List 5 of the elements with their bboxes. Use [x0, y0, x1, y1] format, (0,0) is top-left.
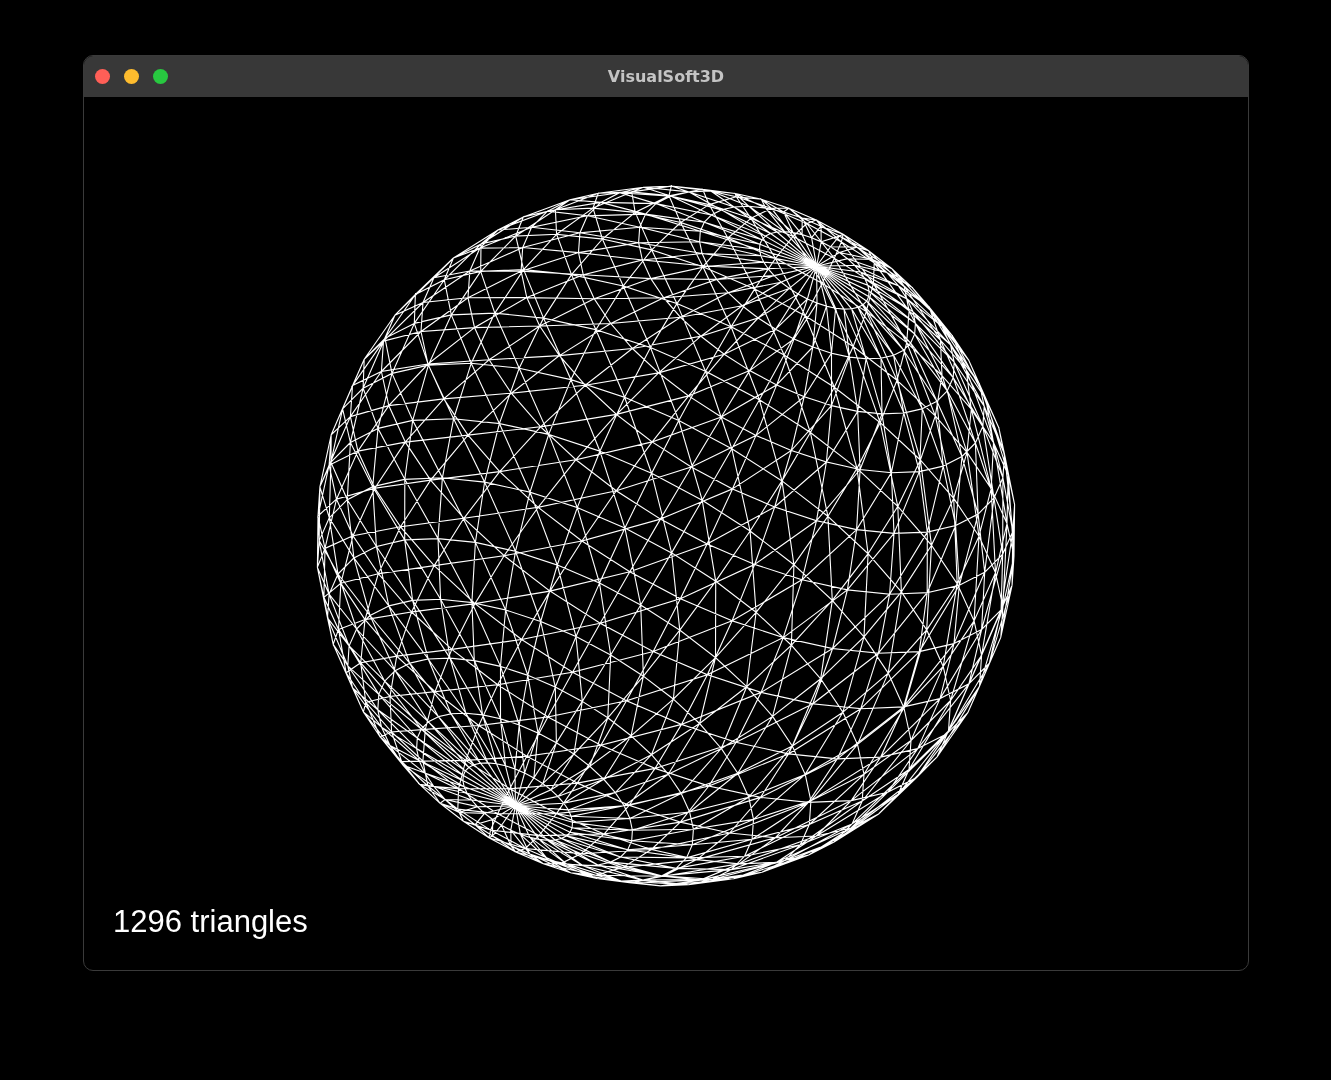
close-button[interactable] — [95, 69, 110, 84]
triangle-count-label: 1296 triangles — [113, 903, 308, 941]
window-title: VisualSoft3D — [607, 65, 725, 88]
zoom-button[interactable] — [153, 69, 168, 84]
minimize-button[interactable] — [124, 69, 139, 84]
